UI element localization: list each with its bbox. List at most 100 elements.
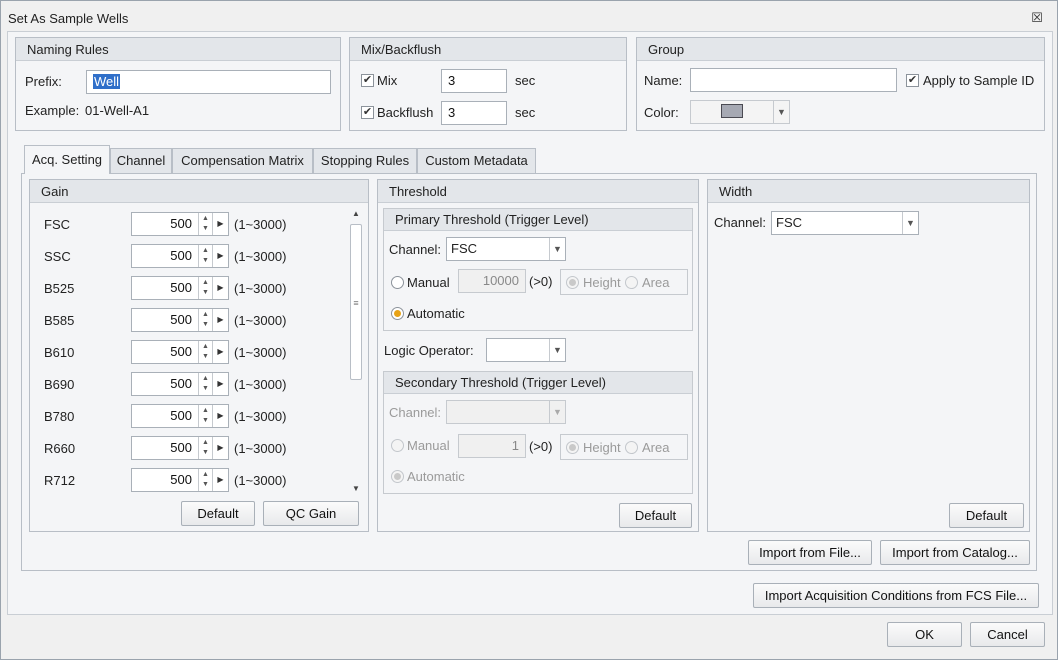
scroll-up-icon[interactable]: ▲ bbox=[349, 207, 363, 221]
threshold-default-button[interactable]: Default bbox=[619, 503, 692, 528]
group-header: Group bbox=[637, 38, 1044, 61]
gain-scrollbar[interactable]: ▲ ≡ ▼ bbox=[349, 207, 363, 496]
chevron-right-icon[interactable]: ▶ bbox=[212, 437, 228, 459]
group-name-label: Name: bbox=[644, 73, 683, 88]
mix-input[interactable]: 3 bbox=[441, 69, 507, 93]
gain-value: 500 bbox=[170, 280, 192, 295]
chevron-right-icon[interactable]: ▶ bbox=[212, 341, 228, 363]
secondary-automatic-radio[interactable] bbox=[391, 470, 404, 483]
spinner-up-down-icon[interactable]: ▲ ▼ bbox=[198, 245, 212, 267]
backflush-checkbox[interactable]: ✔ bbox=[361, 106, 374, 119]
tab-compensation-matrix[interactable]: Compensation Matrix bbox=[172, 148, 313, 173]
spinner-up-down-icon[interactable]: ▲ ▼ bbox=[198, 405, 212, 427]
gain-value-spinner[interactable]: 500 ▲ ▼ ▶ bbox=[131, 308, 229, 332]
spinner-up-down-icon[interactable]: ▲ ▼ bbox=[198, 469, 212, 491]
chevron-down-icon: ▼ bbox=[902, 212, 918, 234]
gain-range-label: (1~3000) bbox=[234, 217, 287, 232]
primary-manual-input[interactable]: 10000 bbox=[458, 269, 526, 293]
spinner-up-down-icon[interactable]: ▲ ▼ bbox=[198, 277, 212, 299]
width-channel-value: FSC bbox=[776, 215, 802, 230]
gain-value-spinner[interactable]: 500 ▲ ▼ ▶ bbox=[131, 212, 229, 236]
gain-range-label: (1~3000) bbox=[234, 377, 287, 392]
chevron-right-icon[interactable]: ▶ bbox=[212, 405, 228, 427]
apply-sample-id-checkbox[interactable]: ✔ bbox=[906, 74, 919, 87]
gain-value-spinner[interactable]: 500 ▲ ▼ ▶ bbox=[131, 372, 229, 396]
mix-checkbox[interactable]: ✔ bbox=[361, 74, 374, 87]
logic-operator-label: Logic Operator: bbox=[384, 343, 474, 358]
gain-value-spinner[interactable]: 500 ▲ ▼ ▶ bbox=[131, 468, 229, 492]
chevron-right-icon[interactable]: ▶ bbox=[212, 373, 228, 395]
chevron-right-icon[interactable]: ▶ bbox=[212, 277, 228, 299]
scroll-thumb[interactable]: ≡ bbox=[350, 224, 362, 380]
primary-automatic-radio[interactable] bbox=[391, 307, 404, 320]
gain-default-button[interactable]: Default bbox=[181, 501, 255, 526]
chevron-down-icon: ▼ bbox=[549, 401, 565, 423]
close-icon[interactable]: ☒ bbox=[1029, 10, 1045, 26]
import-fcs-button[interactable]: Import Acquisition Conditions from FCS F… bbox=[753, 583, 1039, 608]
scroll-down-icon[interactable]: ▼ bbox=[349, 482, 363, 496]
cancel-button[interactable]: Cancel bbox=[970, 622, 1045, 647]
primary-height-radio[interactable] bbox=[566, 276, 579, 289]
width-channel-select[interactable]: FSC ▼ bbox=[771, 211, 919, 235]
import-from-file-button[interactable]: Import from File... bbox=[748, 540, 872, 565]
spinner-up-down-icon[interactable]: ▲ ▼ bbox=[198, 309, 212, 331]
spinner-up-down-icon[interactable]: ▲ ▼ bbox=[198, 373, 212, 395]
naming-rules-header: Naming Rules bbox=[16, 38, 340, 61]
ok-button[interactable]: OK bbox=[887, 622, 962, 647]
tab-stopping-rules[interactable]: Stopping Rules bbox=[313, 148, 417, 173]
gain-value-spinner[interactable]: 500 ▲ ▼ ▶ bbox=[131, 436, 229, 460]
spinner-up-down-icon[interactable]: ▲ ▼ bbox=[198, 213, 212, 235]
secondary-manual-radio[interactable] bbox=[391, 439, 404, 452]
chevron-right-icon[interactable]: ▶ bbox=[212, 309, 228, 331]
dialog-window: Set As Sample Wells ☒ Naming Rules Prefi… bbox=[0, 0, 1058, 660]
chevron-right-icon[interactable]: ▶ bbox=[212, 245, 228, 267]
primary-manual-radio[interactable] bbox=[391, 276, 404, 289]
gain-range-label: (1~3000) bbox=[234, 345, 287, 360]
backflush-label: Backflush bbox=[377, 105, 434, 120]
backflush-unit: sec bbox=[515, 105, 536, 120]
secondary-manual-label: Manual bbox=[407, 438, 450, 453]
primary-channel-select[interactable]: FSC ▼ bbox=[446, 237, 566, 261]
tab-acq-setting[interactable]: Acq. Setting bbox=[24, 145, 110, 174]
gain-channel-label: R660 bbox=[44, 441, 76, 456]
gain-channel-label: FSC bbox=[44, 217, 70, 232]
secondary-channel-select[interactable]: ▼ bbox=[446, 400, 566, 424]
threshold-header: Threshold bbox=[378, 180, 698, 203]
primary-area-radio[interactable] bbox=[625, 276, 638, 289]
spinner-up-down-icon[interactable]: ▲ ▼ bbox=[198, 341, 212, 363]
secondary-area-label: Area bbox=[642, 440, 670, 455]
group-name-input[interactable] bbox=[690, 68, 897, 92]
gain-value-spinner[interactable]: 500 ▲ ▼ ▶ bbox=[131, 276, 229, 300]
secondary-channel-label: Channel: bbox=[389, 405, 442, 420]
tab-channel[interactable]: Channel bbox=[110, 148, 172, 173]
backflush-input[interactable]: 3 bbox=[441, 101, 507, 125]
width-default-button[interactable]: Default bbox=[949, 503, 1024, 528]
secondary-manual-input[interactable]: 1 bbox=[458, 434, 526, 458]
secondary-area-radio[interactable] bbox=[625, 441, 638, 454]
import-from-catalog-button[interactable]: Import from Catalog... bbox=[880, 540, 1030, 565]
primary-manual-hint: (>0) bbox=[529, 274, 553, 289]
primary-automatic-label: Automatic bbox=[407, 306, 465, 321]
secondary-height-label: Height bbox=[583, 440, 621, 455]
prefix-input[interactable]: Well bbox=[86, 70, 331, 94]
chevron-right-icon[interactable]: ▶ bbox=[212, 213, 228, 235]
gain-value-spinner[interactable]: 500 ▲ ▼ ▶ bbox=[131, 244, 229, 268]
gain-range-label: (1~3000) bbox=[234, 281, 287, 296]
gain-range-label: (1~3000) bbox=[234, 441, 287, 456]
gain-range-label: (1~3000) bbox=[234, 473, 287, 488]
secondary-height-radio[interactable] bbox=[566, 441, 579, 454]
chevron-right-icon[interactable]: ▶ bbox=[212, 469, 228, 491]
gain-value: 500 bbox=[170, 408, 192, 423]
gain-value: 500 bbox=[170, 248, 192, 263]
gain-value-spinner[interactable]: 500 ▲ ▼ ▶ bbox=[131, 340, 229, 364]
spinner-up-down-icon[interactable]: ▲ ▼ bbox=[198, 437, 212, 459]
primary-threshold-header: Primary Threshold (Trigger Level) bbox=[384, 209, 692, 231]
tab-custom-metadata[interactable]: Custom Metadata bbox=[417, 148, 536, 173]
logic-operator-select[interactable]: ▼ bbox=[486, 338, 566, 362]
gain-value-spinner[interactable]: 500 ▲ ▼ ▶ bbox=[131, 404, 229, 428]
gain-channel-label: R712 bbox=[44, 473, 76, 488]
mix-unit: sec bbox=[515, 73, 536, 88]
dialog-title: Set As Sample Wells bbox=[8, 11, 129, 26]
gain-value: 500 bbox=[170, 344, 192, 359]
qc-gain-button[interactable]: QC Gain bbox=[263, 501, 359, 526]
